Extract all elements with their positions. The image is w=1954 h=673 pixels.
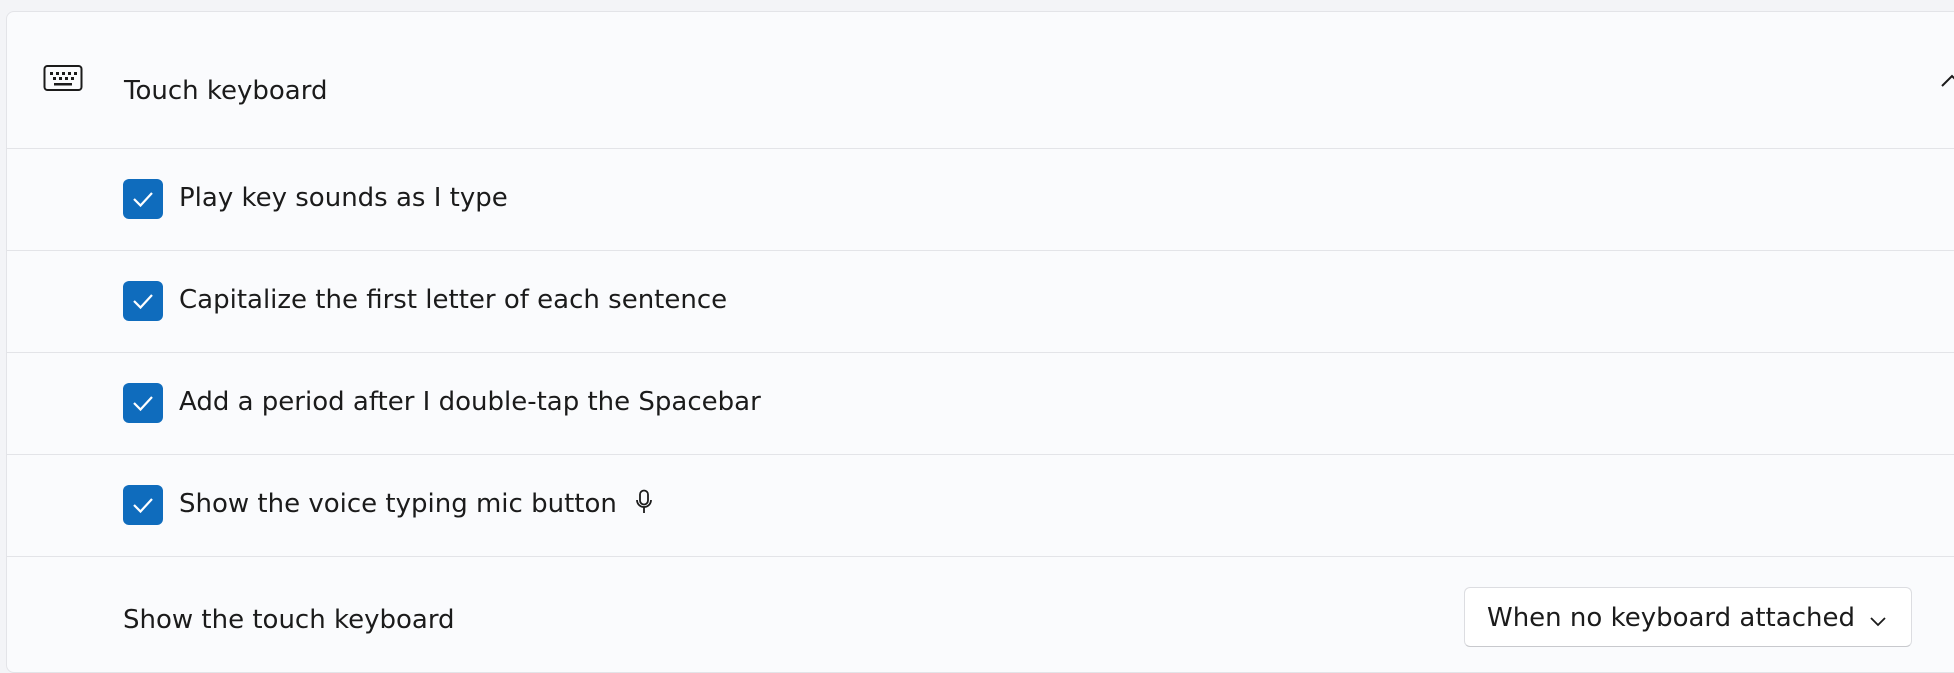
voice-typing-label: Show the voice typing mic button xyxy=(179,489,617,519)
show-keyboard-selected-value: When no keyboard attached xyxy=(1487,603,1855,633)
key-sounds-checkbox[interactable] xyxy=(123,179,163,219)
microphone-icon xyxy=(635,489,653,522)
touch-keyboard-card: Touch keyboard Play key sounds as I type… xyxy=(6,11,1954,673)
option-row-period: Add a period after I double-tap the Spac… xyxy=(7,353,1954,455)
chevron-down-icon xyxy=(1869,612,1887,631)
show-keyboard-label: Show the touch keyboard xyxy=(123,605,455,635)
option-row-show-keyboard: Show the touch keyboard When no keyboard… xyxy=(7,557,1954,672)
option-row-voice-typing: Show the voice typing mic button xyxy=(7,455,1954,557)
period-label: Add a period after I double-tap the Spac… xyxy=(179,387,761,417)
section-title: Touch keyboard xyxy=(124,76,328,106)
voice-typing-label-wrap: Show the voice typing mic button xyxy=(179,489,653,522)
keyboard-icon xyxy=(43,64,83,94)
option-row-capitalize: Capitalize the first letter of each sent… xyxy=(7,251,1954,353)
period-checkbox[interactable] xyxy=(123,383,163,423)
option-row-key-sounds: Play key sounds as I type xyxy=(7,149,1954,251)
capitalize-checkbox[interactable] xyxy=(123,281,163,321)
chevron-up-icon[interactable] xyxy=(1940,72,1954,90)
capitalize-label: Capitalize the first letter of each sent… xyxy=(179,285,728,315)
key-sounds-label: Play key sounds as I type xyxy=(179,183,508,213)
touch-keyboard-header[interactable]: Touch keyboard xyxy=(7,12,1954,149)
show-keyboard-dropdown[interactable]: When no keyboard attached xyxy=(1464,587,1912,647)
voice-typing-checkbox[interactable] xyxy=(123,485,163,525)
